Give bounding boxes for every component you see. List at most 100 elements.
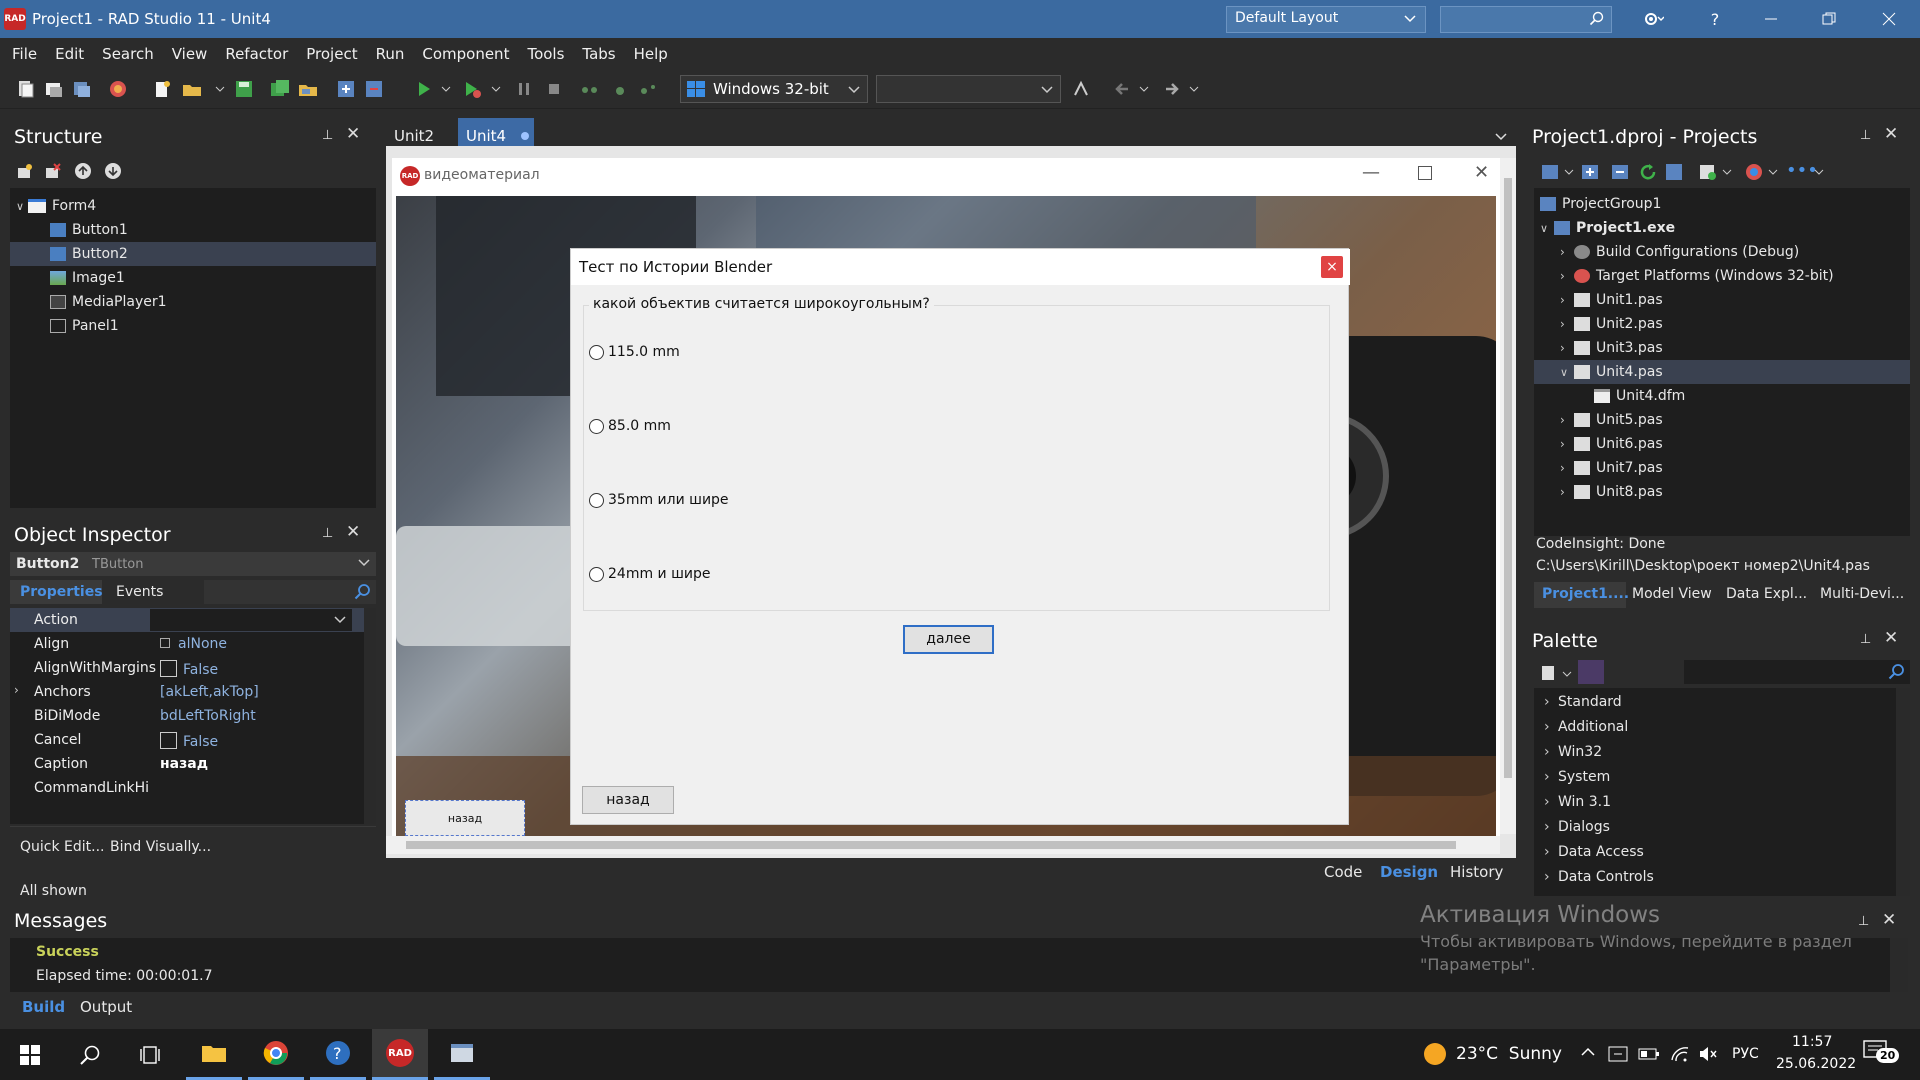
- expand-chevron-icon[interactable]: ∨: [1540, 222, 1554, 235]
- pause-icon[interactable]: [514, 79, 536, 99]
- palette-cursor-icon[interactable]: [1578, 660, 1604, 684]
- add-icon[interactable]: [1580, 162, 1600, 182]
- close-icon[interactable]: ✕: [1884, 124, 1898, 144]
- weather-sun-icon[interactable]: [1422, 1041, 1448, 1067]
- open-project-icon[interactable]: [298, 79, 320, 99]
- tree-item-unit5[interactable]: › Unit5.pas: [1534, 408, 1910, 432]
- add-to-project-icon[interactable]: [336, 79, 358, 99]
- add-component-icon[interactable]: [16, 162, 34, 180]
- tree-item-unit2[interactable]: › Unit2.pas: [1534, 312, 1910, 336]
- configuration-select[interactable]: [876, 75, 1061, 103]
- tab-multi-device[interactable]: Multi-Devi...: [1820, 586, 1904, 602]
- close-window-button[interactable]: [1864, 0, 1914, 38]
- property-row-alignwithmargins[interactable]: AlignWithMargins False: [10, 656, 372, 680]
- battery-icon[interactable]: [1638, 1046, 1660, 1062]
- settings-gear-icon[interactable]: [1628, 0, 1678, 38]
- property-row-bidimode[interactable]: BiDiMode bdLeftToRight: [10, 704, 372, 728]
- dropdown-arrow-icon[interactable]: [490, 79, 512, 99]
- dropdown-arrow-icon[interactable]: [214, 79, 236, 99]
- expand-chevron-icon[interactable]: ›: [14, 683, 19, 697]
- palette-category-system[interactable]: › System: [1544, 765, 1610, 789]
- stop-icon[interactable]: [544, 79, 566, 99]
- tree-item-button1[interactable]: Button1: [10, 218, 376, 242]
- menu-help[interactable]: Help: [634, 45, 668, 63]
- forward-arrow-icon[interactable]: [1162, 79, 1184, 99]
- deploy-icon[interactable]: [1072, 79, 1094, 99]
- expand-chevron-icon[interactable]: ›: [1560, 293, 1574, 307]
- menu-file[interactable]: File: [12, 45, 37, 63]
- menu-refactor[interactable]: Refactor: [225, 45, 288, 63]
- tree-item-unit6[interactable]: › Unit6.pas: [1534, 432, 1910, 456]
- menu-component[interactable]: Component: [422, 45, 509, 63]
- tree-item-image1[interactable]: Image1: [10, 266, 376, 290]
- save-all-icon[interactable]: [72, 79, 94, 99]
- clock-time[interactable]: 11:57: [1792, 1034, 1832, 1050]
- palette-category-standard[interactable]: › Standard: [1544, 690, 1622, 714]
- file-explorer-taskbar-icon[interactable]: [186, 1029, 242, 1080]
- save-all-green-icon[interactable]: [270, 79, 292, 99]
- menu-edit[interactable]: Edit: [55, 45, 84, 63]
- menu-search[interactable]: Search: [102, 45, 154, 63]
- rad-studio-taskbar-icon[interactable]: RAD: [372, 1029, 428, 1080]
- palette-category-win32[interactable]: › Win32: [1544, 740, 1602, 764]
- component-selector[interactable]: Button2 TButton: [10, 552, 376, 576]
- tree-item-unit8[interactable]: › Unit8.pas: [1534, 480, 1910, 504]
- close-icon[interactable]: ✕: [1882, 910, 1896, 930]
- tab-events[interactable]: Events: [116, 584, 163, 600]
- palette-category-additional[interactable]: › Additional: [1544, 715, 1628, 739]
- sync-icon[interactable]: [1664, 162, 1684, 182]
- tree-item-button2[interactable]: Button2: [10, 242, 376, 266]
- radio-button-icon[interactable]: [589, 566, 604, 582]
- tree-item-target-platforms[interactable]: › Target Platforms (Windows 32-bit): [1534, 264, 1910, 288]
- input-language[interactable]: РУС: [1732, 1046, 1759, 1062]
- close-icon[interactable]: ✕: [346, 522, 360, 542]
- tree-item-form4[interactable]: ∨ Form4: [10, 194, 376, 218]
- browser-icon[interactable]: [108, 79, 130, 99]
- platform-select[interactable]: Windows 32-bit: [680, 75, 868, 103]
- new-file-icon[interactable]: [152, 79, 174, 99]
- dropdown-arrow-icon[interactable]: [1138, 79, 1160, 99]
- run-without-debug-icon[interactable]: [462, 79, 484, 99]
- tab-properties[interactable]: Properties: [10, 580, 103, 604]
- trace-into-icon[interactable]: [610, 79, 632, 99]
- open-icon[interactable]: [44, 79, 66, 99]
- menu-run[interactable]: Run: [376, 45, 405, 63]
- palette-category-win31[interactable]: › Win 3.1: [1544, 790, 1611, 814]
- search-taskbar-icon[interactable]: [62, 1029, 118, 1080]
- pin-icon[interactable]: ⊥: [1860, 632, 1871, 647]
- dropdown-arrow-icon[interactable]: [1564, 168, 1574, 176]
- expand-chevron-icon[interactable]: ›: [1560, 245, 1574, 259]
- radio-button-icon[interactable]: [589, 492, 604, 508]
- quick-edit-link[interactable]: Quick Edit...: [20, 839, 105, 855]
- chrome-taskbar-icon[interactable]: [248, 1029, 304, 1080]
- help-icon[interactable]: ?: [1690, 0, 1740, 38]
- run-to-cursor-icon[interactable]: [638, 79, 660, 99]
- run-icon[interactable]: [414, 79, 436, 99]
- new-items-icon[interactable]: [16, 79, 38, 99]
- messages-scrollbar[interactable]: [1890, 938, 1908, 992]
- tab-history[interactable]: History: [1450, 863, 1503, 881]
- tab-list-chevron-icon[interactable]: [1494, 130, 1508, 144]
- tree-item-unit4[interactable]: ∨ Unit4.pas: [1534, 360, 1910, 384]
- dropdown-arrow-icon[interactable]: [1814, 168, 1824, 176]
- tab-model-view[interactable]: Model View: [1632, 586, 1712, 602]
- property-row-action[interactable]: Action: [10, 608, 364, 632]
- pin-icon[interactable]: ⊥: [322, 128, 333, 143]
- platform-icon[interactable]: [1744, 162, 1764, 182]
- property-row-anchors[interactable]: › Anchors [akLeft,akTop]: [10, 680, 372, 704]
- tab-output[interactable]: Output: [80, 998, 132, 1016]
- dropdown-arrow-icon[interactable]: [440, 79, 462, 99]
- expand-chevron-icon[interactable]: ›: [1560, 317, 1574, 331]
- tab-data-explorer[interactable]: Data Expl...: [1726, 586, 1807, 602]
- expand-chevron-icon[interactable]: ›: [1560, 461, 1574, 475]
- menu-view[interactable]: View: [172, 45, 208, 63]
- property-row-align[interactable]: Align alNone: [10, 632, 372, 656]
- move-down-icon[interactable]: [104, 162, 122, 180]
- start-button[interactable]: [2, 1029, 58, 1080]
- designer-horizontal-scrollbar[interactable]: [386, 836, 1500, 854]
- tab-build[interactable]: Build: [22, 998, 65, 1016]
- tree-item-mediaplayer1[interactable]: MediaPlayer1: [10, 290, 376, 314]
- pin-icon[interactable]: ⊥: [1860, 128, 1871, 143]
- expand-chevron-icon[interactable]: ∨: [16, 200, 28, 213]
- form-maximize-button[interactable]: [1418, 166, 1432, 180]
